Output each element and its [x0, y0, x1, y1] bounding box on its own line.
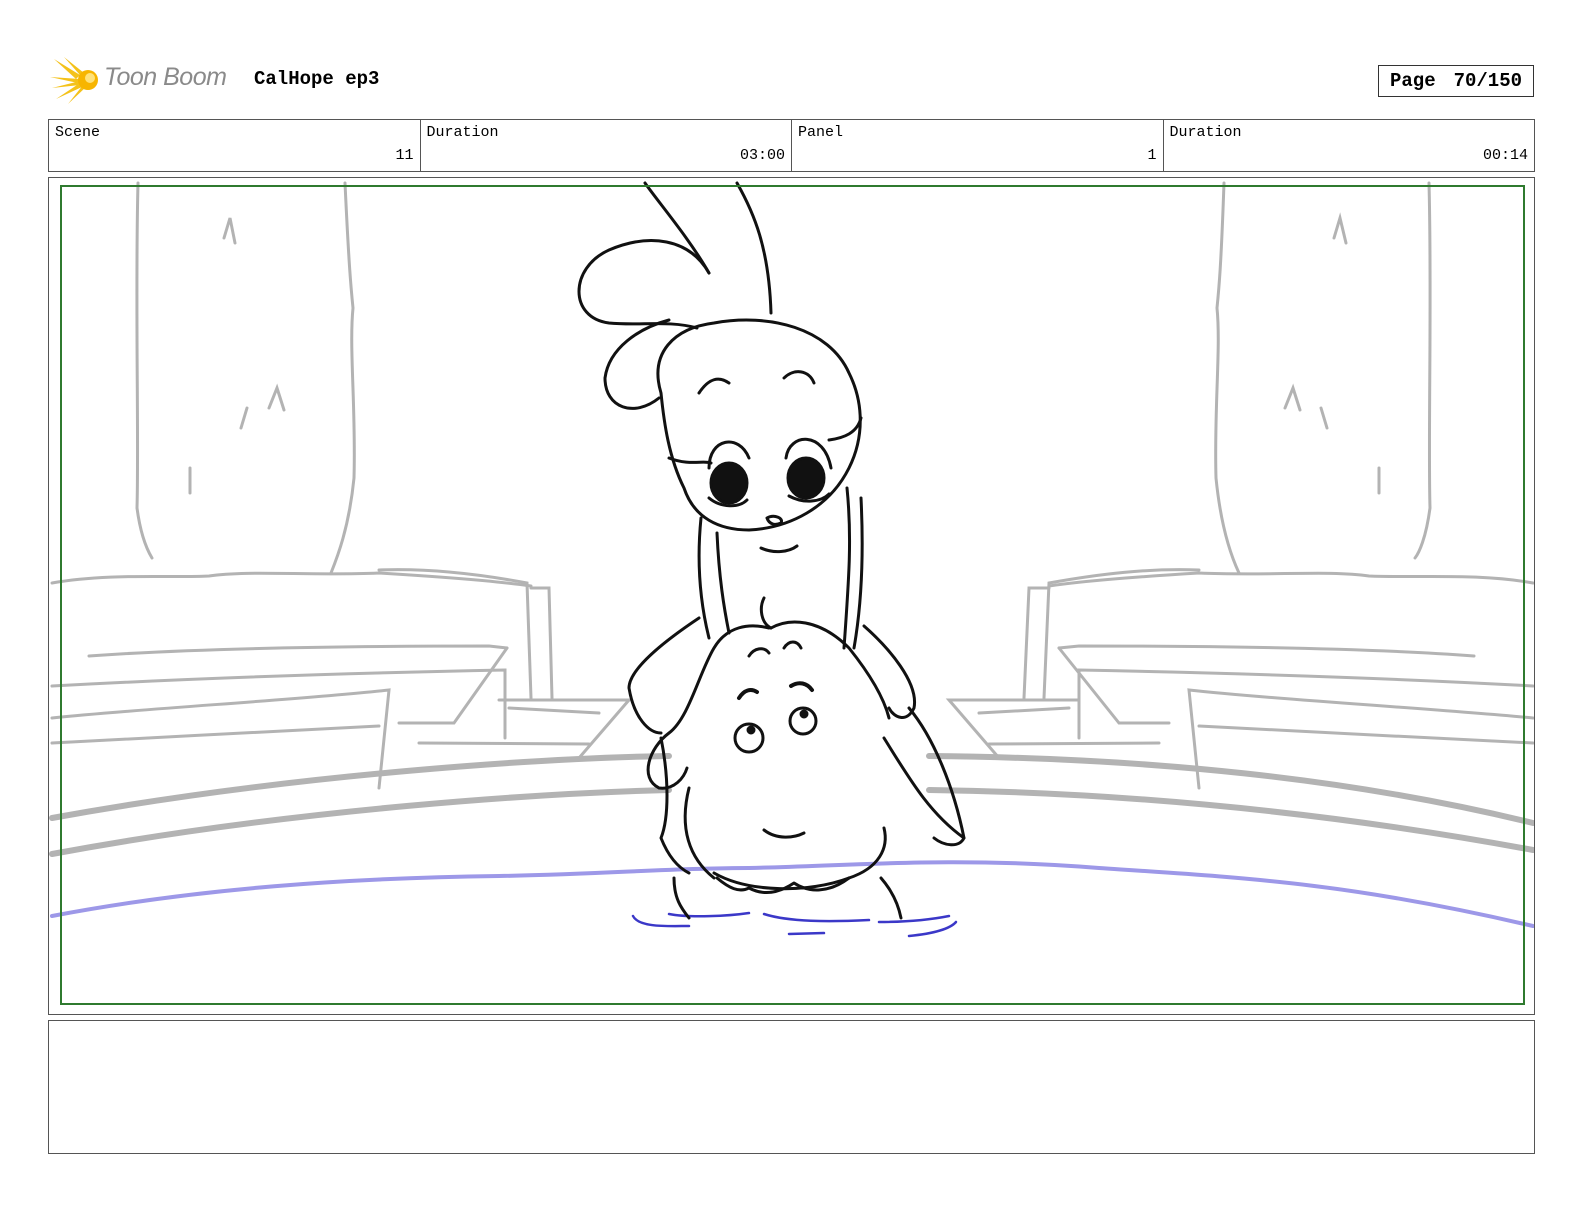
scene-cell: Scene 11	[49, 120, 421, 171]
water-ripples	[631, 911, 958, 938]
character-sketch	[577, 181, 966, 920]
scene-duration-label: Duration	[426, 124, 499, 141]
panel-cell: Panel 1	[792, 120, 1164, 171]
logo-wordmark: Toon Boom	[104, 63, 227, 91]
scene-label: Scene	[55, 124, 101, 141]
starburst-logo-icon	[50, 57, 98, 104]
scene-duration-value: 03:00	[739, 147, 785, 164]
action-notes-box	[48, 1020, 1535, 1154]
panel-duration-label: Duration	[1169, 124, 1242, 141]
panel-duration-cell: Duration 00:14	[1164, 120, 1535, 171]
project-title: CalHope ep3	[254, 68, 380, 90]
scene-value: 11	[395, 147, 414, 164]
panel-value: 1	[1147, 147, 1157, 164]
panel-info-table: Scene 11 Duration 03:00 Panel 1 Duration…	[48, 119, 1535, 172]
panel-duration-value: 00:14	[1482, 147, 1528, 164]
panel-label: Panel	[798, 124, 844, 141]
water-line	[50, 860, 1534, 928]
page-indicator: Page 70/150	[1378, 65, 1534, 97]
toon-boom-logo: Toon Boom	[50, 55, 240, 105]
panel-sketch	[49, 181, 1534, 938]
page-number: 70/150	[1453, 70, 1523, 92]
scene-duration-cell: Duration 03:00	[421, 120, 792, 171]
page-label: Page	[1389, 70, 1436, 92]
storyboard-panel	[48, 177, 1535, 1015]
